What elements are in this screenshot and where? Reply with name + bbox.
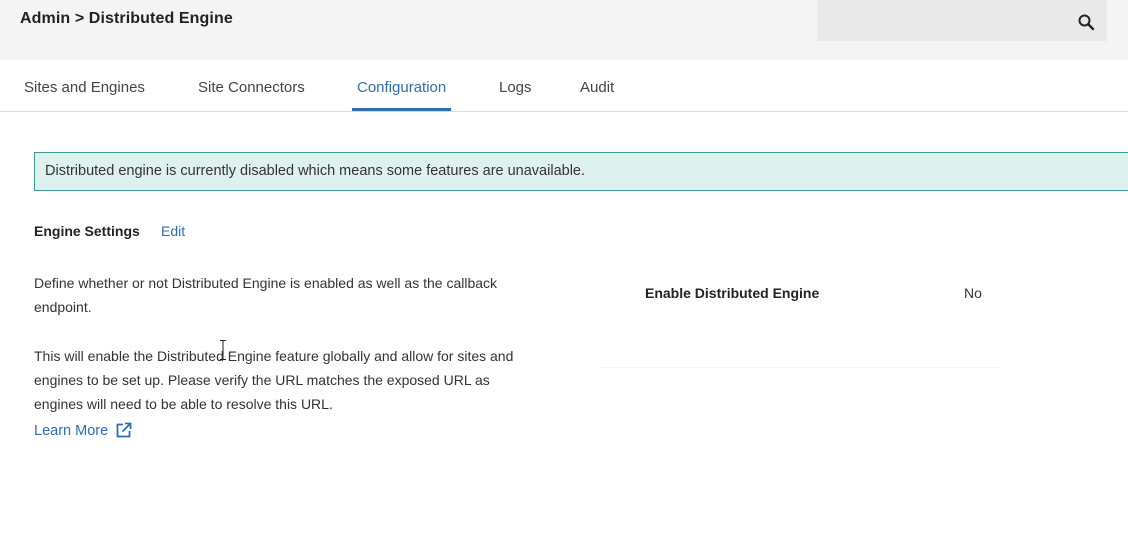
- enable-distributed-engine-label: Enable Distributed Engine: [645, 285, 820, 301]
- enable-distributed-engine-value: No: [964, 285, 982, 301]
- breadcrumb: Admin > Distributed Engine: [20, 10, 233, 27]
- learn-more-label: Learn More: [34, 422, 109, 439]
- learn-more-link[interactable]: Learn More: [34, 422, 132, 439]
- alert-message: Distributed engine is currently disabled…: [45, 163, 586, 179]
- engine-settings-description: Define whether or not Distributed Engine…: [34, 275, 498, 315]
- text-cursor-icon: [220, 340, 226, 360]
- setting-row-divider: [600, 367, 1000, 368]
- tab-label: Configuration: [357, 79, 447, 96]
- tab-logs[interactable]: Logs: [499, 60, 532, 111]
- tab-configuration[interactable]: Configuration: [352, 60, 452, 111]
- engine-settings-title: Engine Settings: [34, 223, 140, 239]
- search-box[interactable]: [817, 0, 1107, 41]
- tab-sites-and-engines[interactable]: Sites and Engines: [24, 60, 145, 111]
- search-icon[interactable]: [1077, 13, 1095, 31]
- external-link-icon: [116, 422, 132, 438]
- tab-label: Site Connectors: [198, 79, 305, 96]
- engine-settings-help-text: This will enable the Distributed Engine …: [34, 348, 514, 412]
- tab-label: Logs: [499, 79, 532, 96]
- tab-label: Sites and Engines: [24, 79, 145, 96]
- tab-site-connectors[interactable]: Site Connectors: [198, 60, 305, 111]
- active-tab-indicator: [352, 108, 452, 111]
- disabled-alert-banner: Distributed engine is currently disabled…: [34, 152, 1128, 191]
- tab-label: Audit: [580, 79, 615, 96]
- tab-bar: Sites and Engines Site Connectors Config…: [0, 60, 1128, 112]
- top-header: Admin > Distributed Engine: [0, 0, 1128, 60]
- edit-engine-settings-link[interactable]: Edit: [161, 223, 185, 239]
- tab-audit[interactable]: Audit: [580, 60, 614, 111]
